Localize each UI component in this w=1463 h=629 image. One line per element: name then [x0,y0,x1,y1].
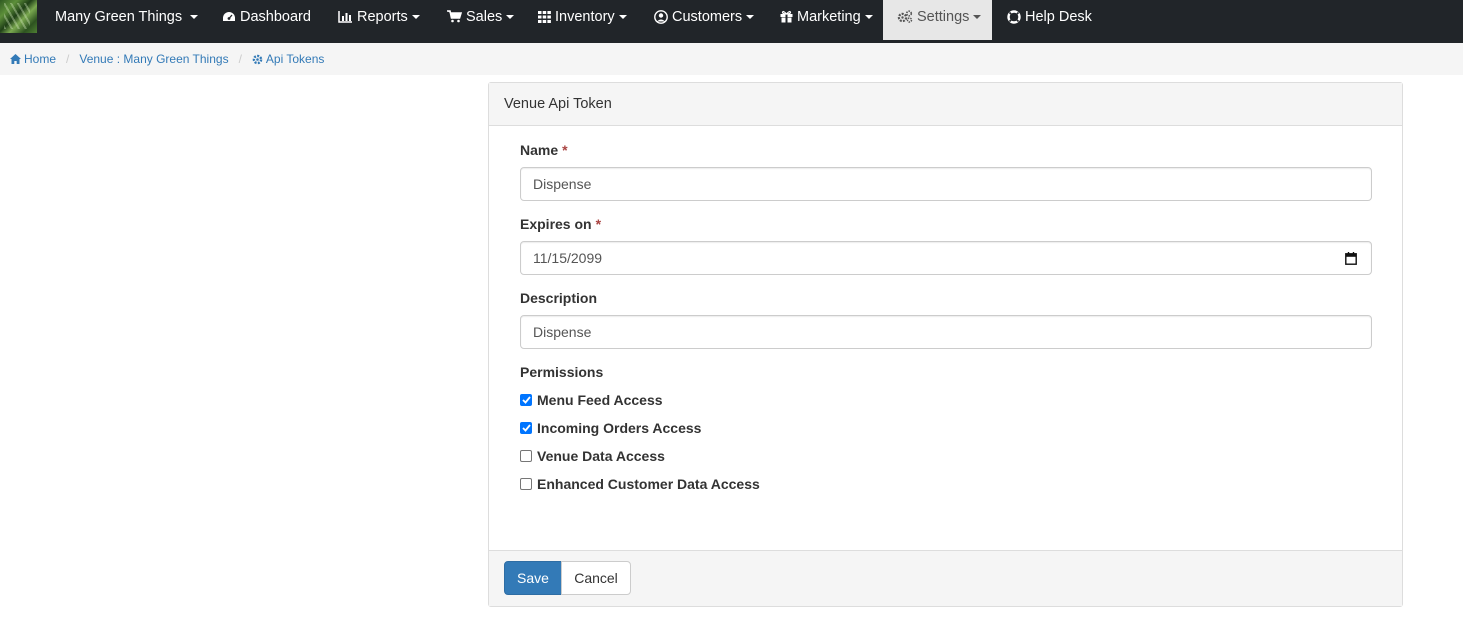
permission-incoming-orders[interactable]: Incoming Orders Access [520,420,701,436]
top-navbar: Many Green Things Dashboard Reports Sale… [0,0,1463,43]
nav-help-desk-label: Help Desk [1025,8,1092,25]
save-button[interactable]: Save [504,561,562,595]
user-circle-icon [654,9,668,24]
breadcrumb-venue-label: Venue : Many Green Things [79,52,229,66]
permissions-label-text: Permissions [520,364,604,380]
checkbox-checked[interactable] [520,422,532,434]
panel-heading: Venue Api Token [489,83,1402,126]
breadcrumb-venue[interactable]: Venue : Many Green Things [79,52,228,66]
nav-inventory-label: Inventory [555,8,615,25]
expires-date-input[interactable]: 11/15/2099 [520,241,1372,275]
name-label-text: Name [520,142,559,158]
breadcrumb-home[interactable]: Home [10,52,56,66]
expires-label-text: Expires on [520,216,592,232]
chevron-down-icon [506,14,515,19]
calendar-icon[interactable] [1345,252,1357,265]
shopping-cart-icon [447,10,462,23]
chevron-down-icon [973,14,982,19]
name-input-value: Dispense [533,176,592,192]
permission-label: Venue Data Access [537,448,665,464]
permission-venue-data[interactable]: Venue Data Access [520,448,665,464]
check-icon [521,396,531,404]
description-input-value: Dispense [533,324,592,340]
description-input[interactable]: Dispense [520,315,1372,349]
breadcrumb-api-tokens[interactable]: Api Tokens [252,52,324,66]
nav-reports[interactable]: Reports [338,0,420,33]
nav-help-desk[interactable]: Help Desk [1007,0,1092,33]
required-marker: * [595,216,602,232]
permission-menu-feed[interactable]: Menu Feed Access [520,392,663,408]
check-icon [521,424,531,432]
permissions-label: Permissions [520,364,603,380]
name-label: Name * [520,142,568,158]
permission-label: Enhanced Customer Data Access [537,476,760,492]
expires-input-value: 11/15/2099 [533,250,603,266]
name-input[interactable]: Dispense [520,167,1372,201]
nav-settings-label: Settings [917,8,970,25]
checkbox-checked[interactable] [520,394,532,406]
checkbox-unchecked[interactable] [520,478,532,490]
breadcrumb-separator: / [238,52,242,66]
permission-label: Menu Feed Access [537,392,663,408]
nav-dashboard-label: Dashboard [240,8,311,25]
description-label-text: Description [520,290,598,306]
description-label: Description [520,290,597,306]
gears-icon [897,10,913,23]
gear-icon [252,54,263,64]
venue-selector-label: Many Green Things [55,8,183,25]
bar-chart-icon [338,10,352,23]
chevron-down-icon [411,14,420,19]
nav-sales-label: Sales [466,8,503,25]
required-marker: * [562,142,568,158]
nav-venue-selector[interactable]: Many Green Things [55,0,199,33]
permission-label: Incoming Orders Access [537,420,702,436]
chevron-down-icon [190,14,199,19]
chevron-down-icon [618,14,627,19]
breadcrumb: Home / Venue : Many Green Things / Api T… [0,43,1463,75]
life-ring-icon [1007,9,1021,24]
nav-marketing[interactable]: Marketing [780,0,873,33]
nav-sales[interactable]: Sales [447,0,515,33]
panel-title: Venue Api Token [504,96,612,112]
gift-icon [780,10,793,23]
cancel-button[interactable]: Cancel [561,561,631,595]
nav-customers-label: Customers [672,8,743,25]
nav-settings[interactable]: Settings [883,0,992,40]
permission-enhanced-customer-data[interactable]: Enhanced Customer Data Access [520,476,760,492]
dashboard-icon [223,11,235,21]
panel-footer: Save Cancel [489,550,1402,606]
nav-dashboard[interactable]: Dashboard [222,0,311,33]
expires-label: Expires on * [520,216,601,232]
api-token-panel: Venue Api Token Name * Dispense Expires o… [488,82,1403,607]
nav-marketing-label: Marketing [797,8,861,25]
nav-customers[interactable]: Customers [654,0,755,33]
checkbox-unchecked[interactable] [520,450,532,462]
chevron-down-icon [864,14,873,19]
breadcrumb-api-tokens-label: Api Tokens [265,52,325,66]
nav-inventory[interactable]: Inventory [538,0,627,33]
brand-logo[interactable] [0,0,37,33]
grid-icon [538,10,551,23]
chevron-down-icon [746,14,755,19]
home-icon [10,54,21,64]
nav-reports-label: Reports [357,8,408,25]
breadcrumb-home-label: Home [24,52,57,66]
breadcrumb-separator: / [66,52,70,66]
